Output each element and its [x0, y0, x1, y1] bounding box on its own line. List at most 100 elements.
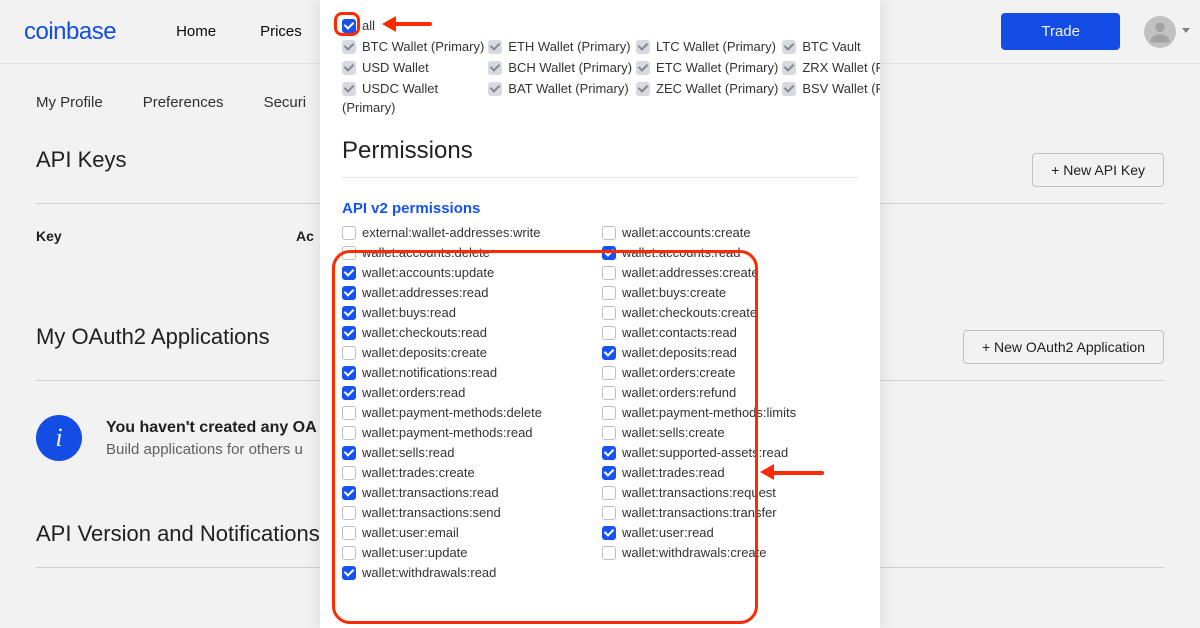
permission-checkbox[interactable]	[342, 506, 356, 520]
wallet-item[interactable]: ETC Wallet (Primary)	[636, 60, 778, 75]
wallet-checkbox[interactable]	[782, 61, 796, 75]
wallet-checkbox[interactable]	[636, 61, 650, 75]
subnav-preferences[interactable]: Preferences	[143, 94, 224, 111]
permission-checkbox[interactable]	[602, 386, 616, 400]
permission-item[interactable]: wallet:accounts:update	[342, 265, 598, 280]
wallet-checkbox[interactable]	[782, 40, 796, 54]
wallet-item[interactable]: BAT Wallet (Primary)	[488, 81, 632, 96]
permission-item[interactable]: wallet:addresses:read	[342, 285, 598, 300]
wallet-checkbox[interactable]	[342, 40, 356, 54]
permission-checkbox[interactable]	[342, 326, 356, 340]
permission-checkbox[interactable]	[342, 226, 356, 240]
permission-checkbox[interactable]	[602, 306, 616, 320]
permission-checkbox[interactable]	[602, 326, 616, 340]
wallet-item[interactable]: BSV Wallet (Primary)	[782, 81, 880, 96]
permission-item[interactable]: wallet:addresses:create	[602, 265, 858, 280]
permission-checkbox[interactable]	[602, 366, 616, 380]
wallet-checkbox[interactable]	[636, 40, 650, 54]
permission-item[interactable]: wallet:transactions:request	[602, 485, 858, 500]
permission-item[interactable]: wallet:sells:read	[342, 445, 598, 460]
permission-checkbox[interactable]	[342, 446, 356, 460]
logo[interactable]: coinbase	[24, 18, 116, 46]
permission-item[interactable]: wallet:orders:refund	[602, 385, 858, 400]
wallet-item[interactable]: USDC Wallet	[342, 81, 484, 96]
wallet-item[interactable]: LTC Wallet (Primary)	[636, 39, 778, 54]
new-oauth-button[interactable]: + New OAuth2 Application	[963, 330, 1164, 364]
permission-checkbox[interactable]	[602, 406, 616, 420]
permission-checkbox[interactable]	[602, 246, 616, 260]
permission-item[interactable]: wallet:withdrawals:read	[342, 565, 598, 580]
permission-checkbox[interactable]	[342, 286, 356, 300]
permission-item[interactable]: wallet:transactions:transfer	[602, 505, 858, 520]
wallet-item[interactable]: BTC Wallet (Primary)	[342, 39, 484, 54]
permission-item[interactable]: wallet:buys:read	[342, 305, 598, 320]
permission-checkbox[interactable]	[602, 226, 616, 240]
permission-checkbox[interactable]	[602, 266, 616, 280]
permission-checkbox[interactable]	[602, 506, 616, 520]
permission-checkbox[interactable]	[602, 526, 616, 540]
permission-checkbox[interactable]	[602, 466, 616, 480]
permission-item[interactable]: wallet:orders:create	[602, 365, 858, 380]
permission-item[interactable]: wallet:buys:create	[602, 285, 858, 300]
permission-checkbox[interactable]	[602, 346, 616, 360]
wallet-checkbox[interactable]	[488, 40, 502, 54]
wallet-item[interactable]: ETH Wallet (Primary)	[488, 39, 632, 54]
trade-button[interactable]: Trade	[1001, 13, 1120, 50]
permission-item[interactable]: wallet:transactions:read	[342, 485, 598, 500]
permission-item[interactable]: wallet:supported-assets:read	[602, 445, 858, 460]
wallet-checkbox[interactable]	[636, 82, 650, 96]
avatar-menu[interactable]	[1144, 16, 1176, 48]
permission-checkbox[interactable]	[602, 546, 616, 560]
permission-checkbox[interactable]	[342, 566, 356, 580]
all-checkbox[interactable]	[342, 19, 356, 33]
permission-checkbox[interactable]	[342, 386, 356, 400]
permission-item[interactable]: wallet:trades:read	[602, 465, 858, 480]
permission-checkbox[interactable]	[342, 406, 356, 420]
nav-prices[interactable]: Prices	[260, 23, 302, 40]
permission-item[interactable]: wallet:user:read	[602, 525, 858, 540]
permission-checkbox[interactable]	[602, 446, 616, 460]
permission-checkbox[interactable]	[602, 286, 616, 300]
permission-item[interactable]: wallet:notifications:read	[342, 365, 598, 380]
wallet-checkbox[interactable]	[342, 82, 356, 96]
permission-checkbox[interactable]	[342, 546, 356, 560]
permission-item[interactable]: wallet:payment-methods:limits	[602, 405, 858, 420]
new-api-key-button[interactable]: + New API Key	[1032, 153, 1164, 187]
subnav-profile[interactable]: My Profile	[36, 94, 103, 111]
permission-item[interactable]: wallet:checkouts:read	[342, 325, 598, 340]
permission-item[interactable]: wallet:withdrawals:create	[602, 545, 858, 560]
permission-item[interactable]: wallet:checkouts:create	[602, 305, 858, 320]
permission-checkbox[interactable]	[602, 426, 616, 440]
permission-item[interactable]: wallet:accounts:create	[602, 225, 858, 240]
permission-checkbox[interactable]	[342, 426, 356, 440]
permission-item[interactable]: wallet:payment-methods:read	[342, 425, 598, 440]
permission-item[interactable]: wallet:deposits:create	[342, 345, 598, 360]
wallet-item[interactable]: ZEC Wallet (Primary)	[636, 81, 778, 96]
wallet-item[interactable]: BCH Wallet (Primary)	[488, 60, 632, 75]
wallet-checkbox[interactable]	[782, 82, 796, 96]
permission-checkbox[interactable]	[342, 526, 356, 540]
permission-checkbox[interactable]	[602, 486, 616, 500]
wallet-checkbox[interactable]	[488, 82, 502, 96]
wallet-item[interactable]: USD Wallet	[342, 60, 484, 75]
wallet-checkbox[interactable]	[488, 61, 502, 75]
permission-item[interactable]: wallet:contacts:read	[602, 325, 858, 340]
wallet-item[interactable]: BTC Vault	[782, 39, 880, 54]
subnav-security[interactable]: Securi	[264, 94, 307, 111]
permission-item[interactable]: wallet:trades:create	[342, 465, 598, 480]
permission-item[interactable]: wallet:sells:create	[602, 425, 858, 440]
permission-item[interactable]: wallet:user:email	[342, 525, 598, 540]
permission-item[interactable]: wallet:payment-methods:delete	[342, 405, 598, 420]
permission-checkbox[interactable]	[342, 266, 356, 280]
permission-checkbox[interactable]	[342, 366, 356, 380]
permission-item[interactable]: wallet:deposits:read	[602, 345, 858, 360]
nav-home[interactable]: Home	[176, 23, 216, 40]
permission-item[interactable]: external:wallet-addresses:write	[342, 225, 598, 240]
permission-item[interactable]: wallet:orders:read	[342, 385, 598, 400]
wallet-item[interactable]: ZRX Wallet (Primary)	[782, 60, 880, 75]
permission-checkbox[interactable]	[342, 306, 356, 320]
all-accounts-row[interactable]: all	[342, 18, 858, 33]
permission-checkbox[interactable]	[342, 486, 356, 500]
permission-checkbox[interactable]	[342, 246, 356, 260]
permission-item[interactable]: wallet:accounts:delete	[342, 245, 598, 260]
